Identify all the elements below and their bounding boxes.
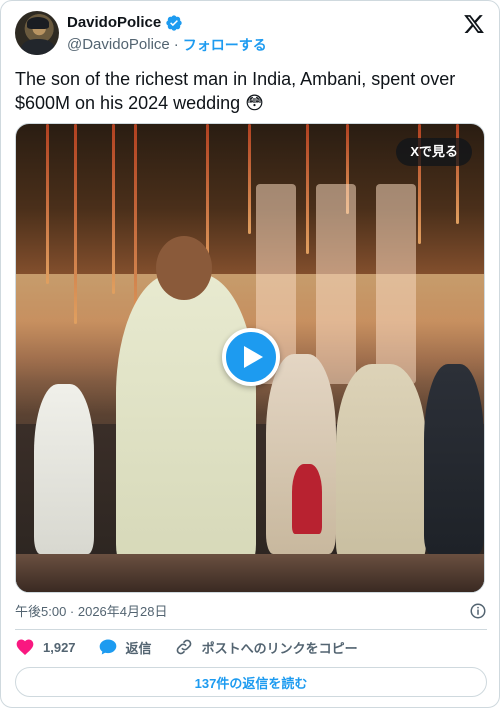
video-thumbnail[interactable]: Xで見る bbox=[15, 123, 485, 593]
divider bbox=[15, 629, 487, 630]
play-icon bbox=[244, 346, 263, 368]
like-count: 1,927 bbox=[43, 639, 76, 655]
person-groom bbox=[116, 274, 256, 574]
embedded-post-card: DavidoPolice @DavidoPolice · フォローする The … bbox=[0, 0, 500, 708]
author-name-row: DavidoPolice bbox=[67, 13, 183, 33]
action-bar: 1,927 返信 ポストへのリンクをコピー bbox=[15, 637, 358, 657]
info-icon[interactable] bbox=[469, 602, 487, 620]
avatar[interactable] bbox=[15, 11, 59, 55]
like-button[interactable]: 1,927 bbox=[15, 637, 76, 657]
stage-floor bbox=[16, 554, 484, 592]
copy-link-button[interactable]: ポストへのリンクをコピー bbox=[174, 637, 358, 657]
person-child bbox=[292, 464, 322, 534]
link-icon bbox=[176, 639, 191, 655]
reply-icon bbox=[99, 639, 116, 655]
x-logo-icon[interactable] bbox=[463, 13, 485, 35]
author-handle-row: @DavidoPolice · フォローする bbox=[67, 35, 267, 55]
author-handle[interactable]: @DavidoPolice bbox=[67, 35, 170, 55]
watch-on-x-button[interactable]: Xで見る bbox=[396, 138, 472, 166]
person-groom-head bbox=[156, 236, 212, 300]
play-button[interactable] bbox=[222, 328, 280, 386]
follow-button[interactable]: フォローする bbox=[183, 35, 267, 55]
copy-link-label: ポストへのリンクをコピー bbox=[201, 640, 358, 656]
person-man-right bbox=[424, 364, 484, 554]
post-text: The son of the richest man in India, Amb… bbox=[15, 69, 456, 113]
timestamp-row: 午後5:00 · 2026年4月28日 bbox=[15, 601, 487, 620]
post-timestamp[interactable]: 午後5:00 · 2026年4月28日 bbox=[15, 601, 167, 620]
verified-badge-icon bbox=[166, 15, 182, 31]
person-man-left bbox=[34, 384, 94, 554]
read-replies-button[interactable]: 137件の返信を読む bbox=[15, 667, 487, 697]
reply-button[interactable]: 返信 bbox=[98, 637, 152, 657]
reply-label: 返信 bbox=[125, 640, 152, 656]
separator-dot: · bbox=[173, 36, 179, 53]
person-woman bbox=[336, 364, 426, 564]
author-display-name[interactable]: DavidoPolice bbox=[67, 13, 161, 33]
heart-icon bbox=[16, 639, 34, 655]
